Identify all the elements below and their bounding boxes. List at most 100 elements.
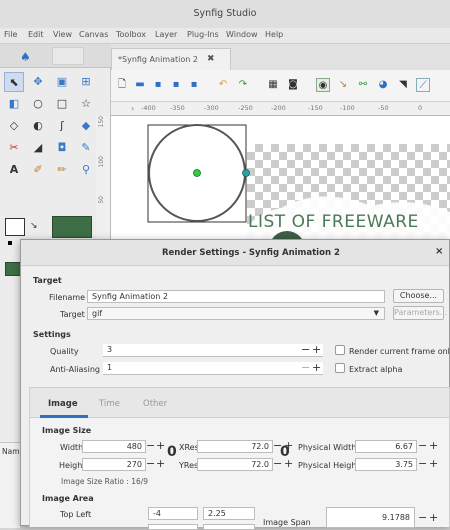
- new-file-icon[interactable]: 🗋: [115, 78, 129, 92]
- circle-tool-icon[interactable]: ○: [28, 94, 48, 114]
- width-tool-icon[interactable]: ◢: [28, 138, 48, 158]
- physical-height-decrease-button[interactable]: −: [418, 458, 427, 470]
- yres-input[interactable]: 72.0: [197, 458, 273, 471]
- physical-width-increase-button[interactable]: +: [429, 440, 438, 452]
- polygon-tool-icon[interactable]: ◇: [4, 116, 24, 136]
- image-span-decrease-button[interactable]: −: [418, 512, 427, 524]
- xres-input[interactable]: 72.0: [197, 440, 273, 453]
- extract-alpha-checkbox[interactable]: [335, 363, 345, 373]
- physical-height-input[interactable]: 3.75: [355, 458, 417, 471]
- eyedropper-tool-icon[interactable]: ◘: [52, 138, 72, 158]
- redo-icon[interactable]: ↷: [236, 78, 250, 92]
- antialiasing-increase-button[interactable]: +: [312, 362, 321, 374]
- width-increase-button[interactable]: +: [156, 440, 165, 452]
- synfig-logo-icon[interactable]: ♠: [20, 50, 34, 64]
- tab-time[interactable]: Time: [99, 399, 120, 409]
- target-select[interactable]: gif ▼: [87, 307, 385, 320]
- show-grid-icon[interactable]: ◉: [316, 78, 330, 92]
- render-current-frame-checkbox[interactable]: [335, 345, 345, 355]
- menu-toolbox[interactable]: Toolbox: [116, 30, 146, 39]
- render-current-frame-label: Render current frame only: [349, 347, 450, 356]
- menu-layer[interactable]: Layer: [155, 30, 177, 39]
- star-tool-icon[interactable]: ☆: [76, 94, 96, 114]
- onion-skin-icon[interactable]: ◕: [376, 78, 390, 92]
- snap-grid-icon[interactable]: ↘: [336, 78, 350, 92]
- parameters-button[interactable]: Parameters...: [393, 306, 447, 320]
- yres-label: YRes: [179, 461, 199, 470]
- menu-window[interactable]: Window: [226, 30, 258, 39]
- text-tool-icon[interactable]: A: [4, 160, 24, 180]
- menu-edit[interactable]: Edit: [28, 30, 44, 39]
- dialog-close-icon[interactable]: ×: [435, 246, 443, 257]
- menu-view[interactable]: View: [53, 30, 72, 39]
- outline-color-swatch[interactable]: [5, 218, 25, 236]
- origin-handle: [193, 169, 201, 177]
- undo-icon[interactable]: ↶: [216, 78, 230, 92]
- save-all-icon[interactable]: ▪: [187, 78, 201, 92]
- quality-input[interactable]: 3: [103, 344, 323, 357]
- height-decrease-button[interactable]: −: [146, 458, 155, 470]
- render-icon[interactable]: ▦: [266, 78, 280, 92]
- gradient-tool-icon[interactable]: ◐: [28, 116, 48, 136]
- yres-decrease-button[interactable]: −: [273, 458, 282, 470]
- toolbox-tab-2[interactable]: [52, 47, 84, 65]
- guides-icon[interactable]: ⚯: [356, 78, 370, 92]
- width-decrease-button[interactable]: −: [146, 440, 155, 452]
- save-as-icon[interactable]: ▪: [169, 78, 183, 92]
- tab-other[interactable]: Other: [143, 399, 167, 409]
- menu-help[interactable]: Help: [265, 30, 283, 39]
- preview-icon[interactable]: ◙: [286, 78, 300, 92]
- mirror-tool-icon[interactable]: ◧: [4, 94, 24, 114]
- fill-color-swatch[interactable]: [52, 216, 92, 238]
- rotate-tool-icon[interactable]: ⊞: [76, 72, 96, 92]
- top-left-x-input[interactable]: -4: [148, 507, 198, 520]
- width-input[interactable]: 480: [82, 440, 146, 453]
- scale-tool-icon[interactable]: ▣: [52, 72, 72, 92]
- width-height-link-icon[interactable]: 0: [167, 445, 177, 459]
- transform-tool-icon[interactable]: ⬉: [4, 72, 24, 92]
- yres-increase-button[interactable]: +: [284, 458, 293, 470]
- antialiasing-input[interactable]: 1: [103, 362, 323, 375]
- open-file-icon[interactable]: ▬: [133, 78, 147, 92]
- choose-button[interactable]: Choose...: [393, 289, 444, 303]
- pencil-tool-icon[interactable]: ✎: [76, 138, 96, 158]
- quality-increase-button[interactable]: +: [312, 344, 321, 356]
- close-tab-icon[interactable]: ✖: [207, 54, 215, 64]
- filename-input[interactable]: Synfig Animation 2: [87, 290, 385, 303]
- fill-tool-icon[interactable]: ◆: [76, 116, 96, 136]
- ruler-mark: -50: [378, 104, 389, 112]
- quality-decrease-button[interactable]: −: [301, 344, 310, 356]
- height-increase-button[interactable]: +: [156, 458, 165, 470]
- ruler-toggle-icon[interactable]: ›: [131, 104, 134, 113]
- bottom-right-x-input[interactable]: [148, 524, 198, 530]
- swap-colors-icon[interactable]: ↘: [30, 221, 38, 231]
- physical-width-decrease-button[interactable]: −: [418, 440, 427, 452]
- height-input[interactable]: 270: [82, 458, 146, 471]
- rectangle-tool-icon[interactable]: □: [52, 94, 72, 114]
- bottom-right-y-input[interactable]: [203, 524, 255, 530]
- save-icon[interactable]: ▪: [151, 78, 165, 92]
- background-rendering-icon[interactable]: ⟋: [416, 78, 430, 92]
- extract-alpha-label: Extract alpha: [349, 365, 403, 374]
- spline-tool-icon[interactable]: ʃ: [52, 116, 72, 136]
- brush-tool-icon[interactable]: ✐: [28, 160, 48, 180]
- smooth-move-tool-icon[interactable]: ✥: [28, 72, 48, 92]
- physical-height-increase-button[interactable]: +: [429, 458, 438, 470]
- default-colors-icon[interactable]: [8, 241, 12, 245]
- physical-width-input[interactable]: 6.67: [355, 440, 417, 453]
- zoom-tool-icon[interactable]: ⚲: [76, 160, 96, 180]
- toggle-ducks-icon[interactable]: ◥: [396, 78, 410, 92]
- image-span-input[interactable]: 9.1788: [326, 507, 415, 528]
- document-tab[interactable]: *Synfig Animation 2 ✖: [111, 48, 231, 70]
- menu-file[interactable]: File: [4, 30, 17, 39]
- image-span-increase-button[interactable]: +: [429, 512, 438, 524]
- image-size-ratio: Image Size Ratio : 16/9: [61, 477, 149, 486]
- cutout-tool-icon[interactable]: ✂: [4, 138, 24, 158]
- tab-image[interactable]: Image: [48, 399, 78, 409]
- menu-canvas[interactable]: Canvas: [79, 30, 108, 39]
- filename-label: Filename: [49, 293, 86, 302]
- antialiasing-decrease-button[interactable]: −: [301, 362, 310, 374]
- draw-tool-icon[interactable]: ✏: [52, 160, 72, 180]
- top-left-y-input[interactable]: 2.25: [203, 507, 255, 520]
- menu-plugins[interactable]: Plug-Ins: [187, 30, 219, 39]
